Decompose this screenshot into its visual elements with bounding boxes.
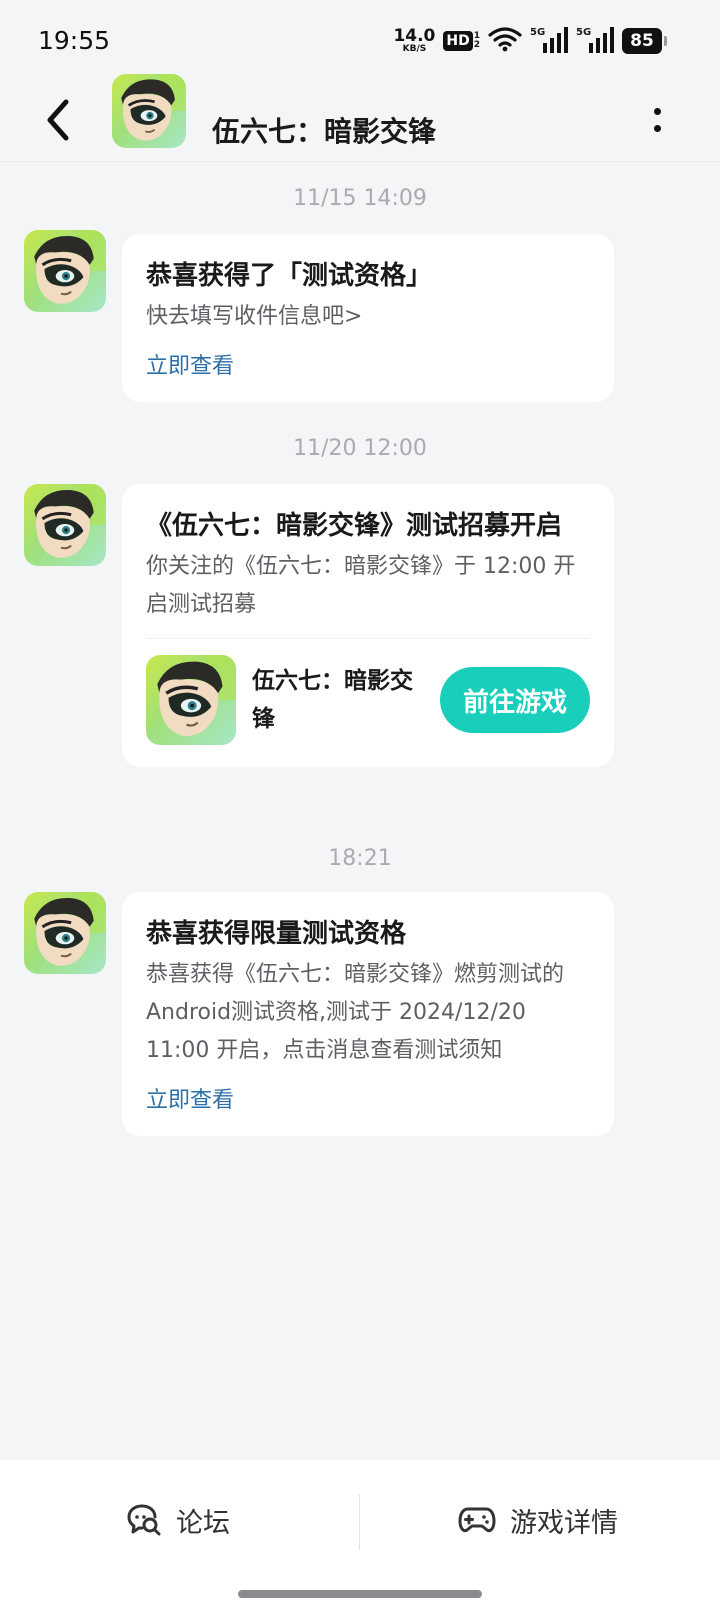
- screen: 19:55 14.0 KB/S HD 1 2 5G 5G 85 伍六七：暗影交锋…: [0, 0, 720, 1610]
- sender-avatar[interactable]: [24, 230, 106, 312]
- status-icons: 14.0 KB/S HD 1 2 5G 5G 85: [393, 26, 667, 56]
- character-avatar-icon: [34, 484, 106, 558]
- message-card[interactable]: 《伍六七：暗影交锋》测试招募开启 你关注的《伍六七：暗影交锋》于 12:00 开…: [122, 484, 614, 767]
- view-now-link[interactable]: 立即查看: [146, 348, 234, 380]
- character-avatar-icon: [34, 230, 106, 304]
- sender-avatar[interactable]: [24, 484, 106, 566]
- game-details-label: 游戏详情: [510, 1507, 618, 1539]
- character-avatar-icon: [34, 892, 106, 966]
- network-speed-unit: KB/S: [402, 44, 427, 54]
- bottom-bar: 论坛 游戏详情: [0, 1460, 720, 1610]
- hd-sub: 1 2: [474, 32, 480, 50]
- battery-level: 85: [630, 31, 654, 51]
- view-now-link[interactable]: 立即查看: [146, 1082, 234, 1114]
- status-bar: 19:55 14.0 KB/S HD 1 2 5G 5G 85: [0, 0, 720, 80]
- character-avatar-icon: [157, 655, 236, 736]
- chat-header: 伍六七：暗影交锋: [0, 74, 720, 162]
- signal-icon-2: 5G: [576, 27, 614, 55]
- more-dot-icon: [653, 108, 661, 115]
- message-body: 快去填写收件信息吧>: [146, 304, 363, 329]
- status-time: 19:55: [38, 26, 111, 55]
- forum-label: 论坛: [176, 1507, 230, 1539]
- message-title: 《伍六七：暗影交锋》测试招募开启: [146, 511, 563, 541]
- message-timestamp: 18:21: [328, 846, 392, 871]
- hd-sub-bottom: 2: [473, 40, 480, 50]
- wifi-icon: [488, 26, 522, 56]
- message-title: 恭喜获得限量测试资格: [146, 919, 407, 949]
- message-card[interactable]: 恭喜获得限量测试资格 恭喜获得《伍六七：暗影交锋》燃剪测试的Android测试资…: [122, 892, 614, 1136]
- sender-avatar[interactable]: [24, 892, 106, 974]
- header-avatar[interactable]: [112, 74, 186, 148]
- hd-label: HD: [443, 31, 473, 51]
- go-to-game-button[interactable]: 前往游戏: [440, 667, 590, 733]
- more-dot-icon: [653, 125, 661, 132]
- gamepad-icon: [458, 1507, 496, 1533]
- back-button[interactable]: [36, 94, 80, 146]
- signal-icon-1: 5G: [530, 27, 568, 55]
- game-entry: 伍六七：暗影交锋 前往游戏: [146, 638, 590, 745]
- network-speed-value: 14.0: [393, 26, 436, 46]
- chat-search-icon: [127, 1504, 161, 1536]
- character-avatar-icon: [121, 74, 186, 141]
- battery-icon: 85: [622, 28, 667, 54]
- chevron-left-icon: [47, 99, 69, 141]
- network-speed: 14.0 KB/S: [393, 28, 435, 54]
- forum-tab[interactable]: 论坛: [126, 1490, 230, 1550]
- tab-divider: [359, 1494, 360, 1550]
- page-title: 伍六七：暗影交锋: [212, 115, 437, 148]
- message-card[interactable]: 恭喜获得了「测试资格」 快去填写收件信息吧> 立即查看: [122, 234, 614, 402]
- more-options-button[interactable]: [642, 100, 672, 140]
- hd-icon: HD 1 2: [443, 31, 480, 51]
- game-icon[interactable]: [146, 655, 236, 745]
- message-body: 你关注的《伍六七：暗影交锋》于 12:00 开启测试招募: [146, 554, 576, 617]
- message-timestamp: 11/15 14:09: [293, 186, 427, 211]
- message-timestamp: 11/20 12:00: [293, 436, 427, 461]
- message-body: 恭喜获得《伍六七：暗影交锋》燃剪测试的Android测试资格,测试于 2024/…: [146, 962, 565, 1063]
- game-details-tab[interactable]: 游戏详情: [458, 1490, 618, 1550]
- message-title: 恭喜获得了「测试资格」: [146, 261, 433, 291]
- home-indicator[interactable]: [238, 1590, 482, 1598]
- game-name: 伍六七：暗影交锋: [252, 668, 413, 732]
